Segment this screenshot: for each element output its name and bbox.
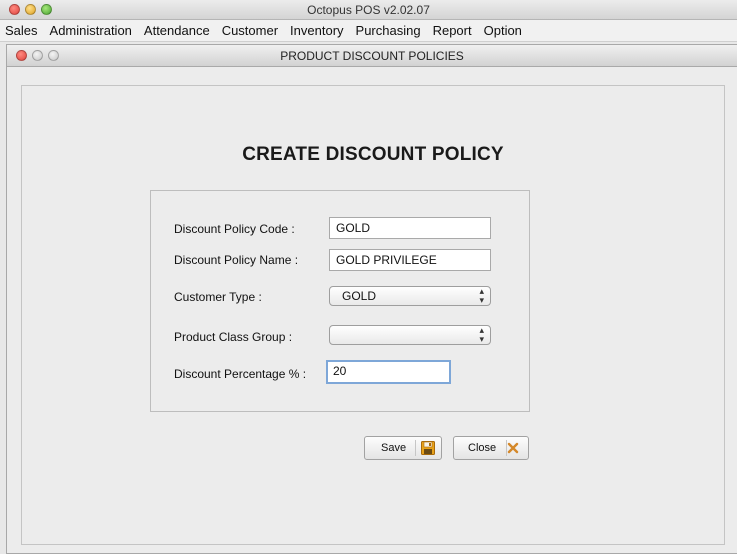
select-arrows-icon: ▴ ▾ <box>479 325 484 344</box>
menu-item-customer[interactable]: Customer <box>216 20 284 42</box>
form-heading: CREATE DISCOUNT POLICY <box>242 144 504 165</box>
policy-code-input[interactable]: GOLD <box>329 217 491 239</box>
save-button-label: Save <box>381 442 407 454</box>
select-arrows-icon: ▴ ▾ <box>479 286 484 305</box>
dialog-window-controls <box>16 50 59 61</box>
product-class-group-select[interactable]: ▴ ▾ <box>329 325 491 345</box>
product-class-group-label: Product Class Group : <box>174 330 293 344</box>
menu-item-option[interactable]: Option <box>478 20 528 42</box>
menu-item-attendance[interactable]: Attendance <box>138 20 216 42</box>
button-separator <box>415 440 416 456</box>
x-icon <box>506 441 520 455</box>
app-title-bar: Octopus POS v2.02.07 <box>0 0 737 20</box>
customer-type-value: GOLD <box>342 289 377 303</box>
menu-item-purchasing[interactable]: Purchasing <box>350 20 427 42</box>
policy-name-input[interactable]: GOLD PRIVILEGE <box>329 249 491 271</box>
content-panel: CREATE DISCOUNT POLICY Discount Policy C… <box>21 85 725 545</box>
dialog-title: PRODUCT DISCOUNT POLICIES <box>280 49 464 63</box>
save-button[interactable]: Save <box>364 436 442 460</box>
minimize-window-icon[interactable] <box>25 4 36 15</box>
zoom-window-icon[interactable] <box>41 4 52 15</box>
close-window-icon[interactable] <box>9 4 20 15</box>
app-title: Octopus POS v2.02.07 <box>307 3 430 17</box>
close-button-label: Close <box>468 442 497 454</box>
discount-policies-window: PRODUCT DISCOUNT POLICIES CREATE DISCOUN… <box>6 44 737 554</box>
floppy-disk-icon <box>421 441 435 455</box>
menu-item-sales[interactable]: Sales <box>0 20 44 42</box>
dialog-close-icon[interactable] <box>16 50 27 61</box>
window-controls <box>9 4 52 15</box>
discount-percentage-label: Discount Percentage % : <box>174 367 307 381</box>
dialog-minimize-icon[interactable] <box>32 50 43 61</box>
policy-code-label: Discount Policy Code : <box>174 222 295 236</box>
customer-type-label: Customer Type : <box>174 290 262 304</box>
discount-percentage-input[interactable]: 20 <box>326 360 451 384</box>
customer-type-select[interactable]: GOLD ▴ ▾ <box>329 286 491 306</box>
policy-name-label: Discount Policy Name : <box>174 253 299 267</box>
form-box: Discount Policy Code : GOLD Discount Pol… <box>150 190 530 412</box>
menu-item-inventory[interactable]: Inventory <box>284 20 349 42</box>
menu-bar: Sales Administration Attendance Customer… <box>0 20 737 42</box>
dialog-zoom-icon[interactable] <box>48 50 59 61</box>
close-button[interactable]: Close <box>453 436 529 460</box>
dialog-title-bar: PRODUCT DISCOUNT POLICIES <box>7 45 737 67</box>
menu-item-report[interactable]: Report <box>427 20 478 42</box>
menu-item-administration[interactable]: Administration <box>44 20 138 42</box>
